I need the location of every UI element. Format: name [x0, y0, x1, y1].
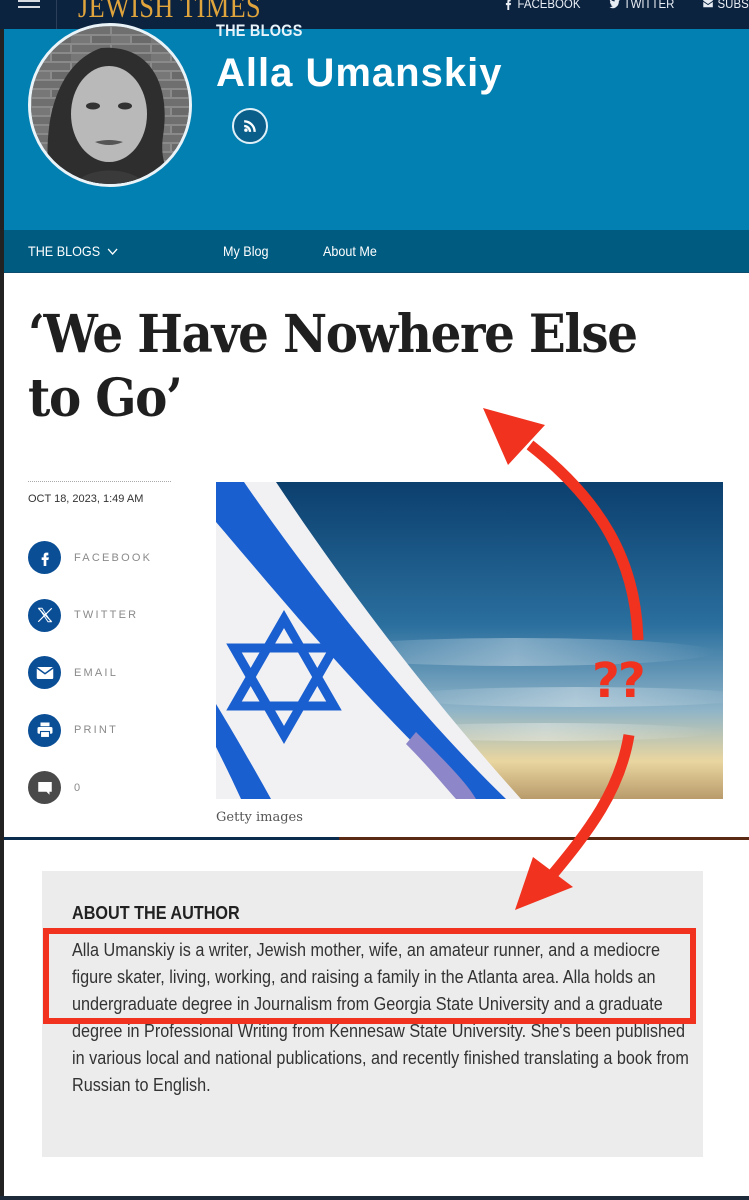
- hamburger-menu-icon[interactable]: [18, 0, 40, 14]
- mail-icon: [703, 0, 714, 8]
- about-author-box: ABOUT THE AUTHOR Alla Umanskiy is a writ…: [42, 871, 703, 1157]
- comment-count: 0: [74, 781, 83, 794]
- about-author-title: ABOUT THE AUTHOR: [72, 903, 240, 923]
- topbar-facebook-link[interactable]: FACEBOOK: [503, 0, 581, 11]
- window-bottom-edge: [0, 1196, 749, 1200]
- facebook-icon: [506, 0, 512, 10]
- printer-icon: [28, 713, 61, 747]
- nav-the-blogs-label: THE BLOGS: [28, 243, 101, 259]
- nav-about-me[interactable]: About Me: [323, 243, 377, 259]
- share-twitter[interactable]: TWITTER: [28, 598, 152, 632]
- article-headline: ‘We Have Nowhere Else to Go’: [28, 304, 638, 429]
- rss-button[interactable]: [232, 108, 268, 144]
- share-email-label: EMAIL: [74, 666, 119, 679]
- share-facebook-label: FACEBOOK: [74, 551, 153, 564]
- blog-header: THE BLOGS Alla Umanskiy: [4, 21, 749, 230]
- about-author-text: Alla Umanskiy is a writer, Jewish mother…: [72, 940, 689, 1095]
- article-hero-image: [216, 482, 723, 799]
- topbar-links: FACEBOOK TWITTER SUBS: [503, 0, 749, 11]
- nav-the-blogs[interactable]: THE BLOGS: [28, 243, 118, 259]
- share-facebook[interactable]: FACEBOOK: [28, 541, 152, 574]
- topbar-facebook-label: FACEBOOK: [517, 0, 581, 11]
- topbar-twitter-link[interactable]: TWITTER: [609, 0, 675, 11]
- image-caption: Getty images: [216, 810, 303, 825]
- x-icon: [28, 598, 61, 632]
- chevron-down-icon: [107, 248, 118, 256]
- share-email[interactable]: EMAIL: [28, 656, 152, 689]
- facebook-icon: [28, 541, 61, 574]
- author-avatar[interactable]: [28, 23, 192, 187]
- author-name: Alla Umanskiy: [216, 51, 503, 95]
- avatar-photo: [31, 26, 189, 184]
- comment-icon: [28, 771, 61, 804]
- nav-my-blog[interactable]: My Blog: [223, 243, 269, 259]
- topbar-subscribe-link[interactable]: SUBS: [703, 0, 749, 11]
- share-list: FACEBOOK TWITTER EMAIL PRINT 0: [28, 541, 152, 829]
- article-card: ‘We Have Nowhere Else to Go’ OCT 18, 202…: [4, 273, 749, 837]
- mail-icon: [28, 656, 61, 689]
- topbar-twitter-label: TWITTER: [623, 0, 675, 11]
- share-print[interactable]: PRINT: [28, 713, 152, 747]
- topbar-divider: [56, 0, 57, 29]
- publish-date: OCT 18, 2023, 1:49 AM: [28, 493, 144, 505]
- rss-icon: [244, 120, 256, 132]
- share-twitter-label: TWITTER: [74, 609, 139, 621]
- blog-nav: THE BLOGS My Blog About Me: [4, 230, 749, 273]
- lower-section: ABOUT THE AUTHOR Alla Umanskiy is a writ…: [4, 840, 749, 1196]
- share-print-label: PRINT: [74, 724, 118, 736]
- twitter-icon: [609, 0, 620, 9]
- share-comments[interactable]: 0: [28, 771, 152, 804]
- blogs-kicker: THE BLOGS: [216, 21, 303, 40]
- dotted-divider: [28, 481, 171, 482]
- israel-flag-image: [216, 482, 723, 799]
- topbar-subscribe-label: SUBS: [717, 0, 749, 11]
